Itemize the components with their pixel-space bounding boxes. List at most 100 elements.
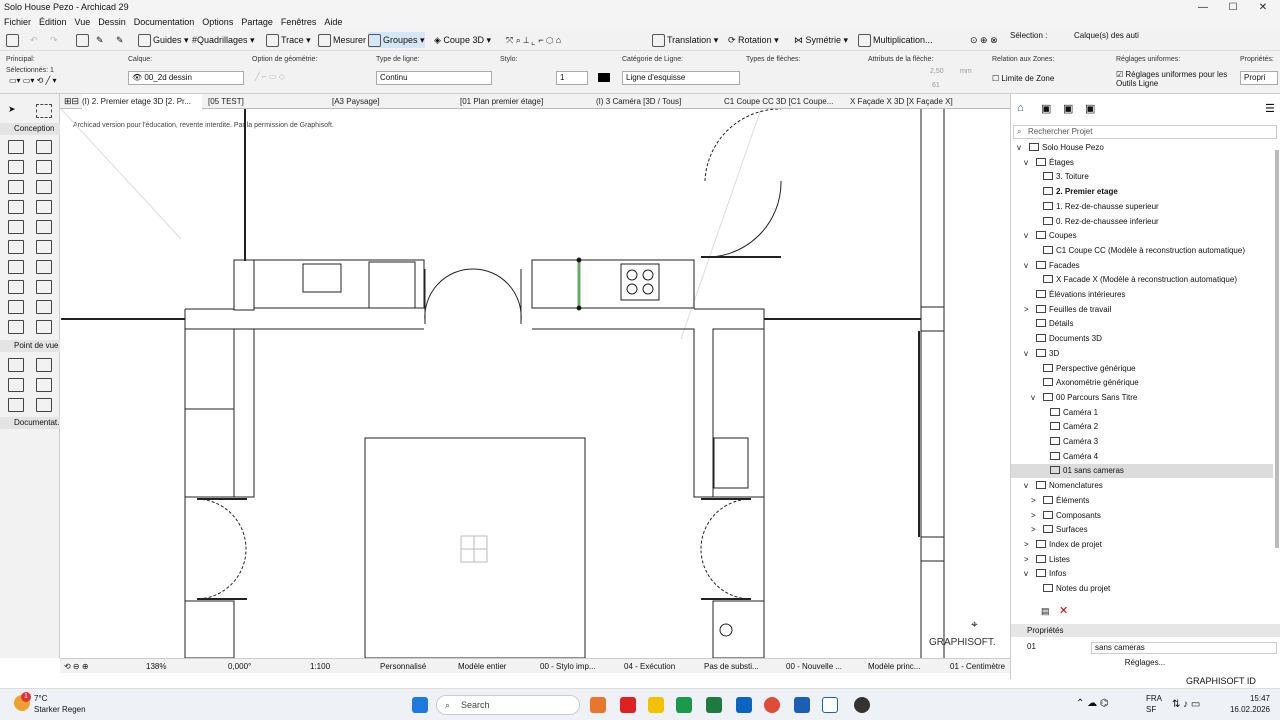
stylo-field[interactable]: 1	[556, 71, 588, 85]
nav-item[interactable]: v Étages	[1011, 156, 1273, 170]
expand-chevron-icon[interactable]: >	[1031, 509, 1043, 523]
minimize-icon[interactable]: —	[1190, 0, 1216, 15]
stylo-value[interactable]: 00 - Stylo imp...	[540, 659, 596, 674]
expand-chevron-icon[interactable]: v	[1024, 479, 1036, 493]
tab-4[interactable]: (I) 3 Caméra [3D / Tous]	[596, 94, 720, 109]
expand-chevron-icon[interactable]: >	[1024, 303, 1036, 317]
expand-chevron-icon[interactable]: >	[1024, 553, 1036, 567]
explorer-icon[interactable]	[648, 697, 664, 713]
nav-item[interactable]: Caméra 2	[1011, 420, 1273, 434]
navigator-scrollbar[interactable]	[1275, 150, 1279, 548]
expand-chevron-icon[interactable]: v	[1024, 156, 1036, 170]
nouvelle-value[interactable]: 00 - Nouvelle ...	[786, 659, 842, 674]
nav-item[interactable]: C1 Coupe CC (Modèle à reconstruction aut…	[1011, 244, 1273, 258]
view-map-icon[interactable]: ▣	[1041, 102, 1051, 115]
tool-46-0-0-icon[interactable]	[8, 140, 24, 154]
nav-item[interactable]: > Feuilles de travail	[1011, 303, 1273, 317]
excel-icon[interactable]	[706, 697, 722, 713]
angle-value[interactable]: 0,000°	[228, 659, 251, 674]
marquee-tool-icon[interactable]	[36, 104, 52, 118]
nav-item[interactable]: v 00 Parcours Sans Titre	[1011, 391, 1273, 405]
tool-264-1-0-icon[interactable]	[8, 378, 24, 392]
nav-item[interactable]: > Surfaces	[1011, 523, 1273, 537]
zoom-value[interactable]: 138%	[146, 659, 166, 674]
clock-date[interactable]: 16.02.2026	[1222, 705, 1270, 714]
symetrie-button[interactable]: ⋈ Symétrie ▾	[794, 32, 848, 48]
view-icons[interactable]: ⊙ ⊕ ⊗	[970, 32, 998, 48]
tool-46-9-1-icon[interactable]	[36, 320, 52, 334]
nav-item[interactable]: 2. Premier etage	[1011, 185, 1273, 199]
translation-button[interactable]: Translation ▾	[652, 32, 718, 48]
tool-46-8-1-icon[interactable]	[36, 300, 52, 314]
prop-name-field[interactable]: sans cameras	[1091, 642, 1277, 654]
maximize-icon[interactable]: ☐	[1220, 0, 1246, 15]
snap-guide-icon[interactable]: ⌖	[971, 617, 978, 632]
tray-icons[interactable]: ⌃ ☁ ⌬	[1076, 698, 1109, 709]
nav-item[interactable]: Caméra 1	[1011, 406, 1273, 420]
nav-item[interactable]: > Éléments	[1011, 494, 1273, 508]
nav-item[interactable]: Détails	[1011, 317, 1273, 331]
menu-item-1[interactable]: Édition	[35, 15, 71, 29]
nav-item[interactable]: v Nomenclatures	[1011, 479, 1273, 493]
pick-icon[interactable]	[76, 32, 91, 48]
trace-button[interactable]: Trace ▾	[266, 32, 311, 48]
menu-item-7[interactable]: Fenêtres	[277, 15, 321, 29]
tool-264-0-0-icon[interactable]	[8, 358, 24, 372]
tool-46-5-0-icon[interactable]	[8, 240, 24, 254]
nav-item[interactable]: v Solo House Pezo	[1011, 141, 1273, 155]
nav-item[interactable]: 1. Rez-de-chausse superieur	[1011, 200, 1273, 214]
delete-icon[interactable]: ✕	[1059, 604, 1068, 617]
tab-6[interactable]: X Façade X 3D [X Façade X]	[850, 94, 980, 109]
expand-chevron-icon[interactable]: v	[1017, 141, 1029, 155]
documentation-header[interactable]: Documentat.	[0, 417, 60, 429]
lang-2[interactable]: SF	[1146, 705, 1156, 714]
reglages-button[interactable]: Réglages...	[1091, 658, 1199, 667]
outlook-icon[interactable]	[736, 697, 752, 713]
tool-46-1-0-icon[interactable]	[8, 160, 24, 174]
tool-46-9-0-icon[interactable]	[8, 320, 24, 334]
home-icon[interactable]	[6, 32, 21, 48]
proprietes-button[interactable]: Propri	[1240, 71, 1278, 85]
tool-264-2-1-icon[interactable]	[36, 398, 52, 412]
nav-item[interactable]: > Listes	[1011, 553, 1273, 567]
multiplication-button[interactable]: Multiplication...	[858, 32, 933, 48]
pas-value[interactable]: Pas de substi...	[704, 659, 759, 674]
scale-value[interactable]: 1:100	[310, 659, 330, 674]
tool-46-6-1-icon[interactable]	[36, 260, 52, 274]
modele-value[interactable]: Modèle entier	[458, 659, 506, 674]
nav-item[interactable]: X Facade X (Modèle à reconstruction auto…	[1011, 273, 1273, 287]
expand-chevron-icon[interactable]: v	[1024, 347, 1036, 361]
firefox-icon[interactable]	[590, 697, 606, 713]
zoom-controls[interactable]: ⟲ ⊖ ⊕	[64, 659, 89, 674]
menu-item-0[interactable]: Fichier	[0, 15, 35, 29]
navigator-search-input[interactable]: ⌕ Rechercher Projet	[1013, 125, 1277, 139]
graphisoft-id[interactable]: GRAPHISOFT ID	[1186, 676, 1256, 686]
app-dark-icon[interactable]	[854, 697, 870, 713]
layout-book-icon[interactable]: ▣	[1063, 102, 1073, 115]
tabs-overview-icon[interactable]: ⊞⊟	[64, 96, 79, 107]
guides-button[interactable]: Guides ▾	[138, 32, 189, 48]
princ-value[interactable]: Modèle princ...	[868, 659, 920, 674]
coupe3d-button[interactable]: ◈ Coupe 3D ▾	[434, 32, 491, 48]
tool-264-2-0-icon[interactable]	[8, 398, 24, 412]
reglages-checkbox[interactable]: ☑ Réglages uniformes pour les Outils Lig…	[1116, 70, 1230, 88]
nav-item[interactable]: 3. Toiture	[1011, 170, 1273, 184]
tool-46-4-1-icon[interactable]	[36, 220, 52, 234]
conception-header[interactable]: Conception	[0, 123, 60, 135]
nav-item[interactable]: v Infos	[1011, 567, 1273, 581]
project-map-icon[interactable]: ⌂	[1017, 102, 1024, 114]
tool-46-0-1-icon[interactable]	[36, 140, 52, 154]
expand-chevron-icon[interactable]: >	[1031, 494, 1043, 508]
geometrie-options[interactable]: ╱ ⌐ ▭ ◇	[252, 71, 364, 85]
menu-item-6[interactable]: Partage	[237, 15, 277, 29]
pen-color-swatch[interactable]	[598, 73, 610, 82]
chrome-icon[interactable]	[764, 697, 780, 713]
tool-46-8-0-icon[interactable]	[8, 300, 24, 314]
expand-chevron-icon[interactable]: v	[1024, 567, 1036, 581]
word-icon[interactable]	[794, 697, 810, 713]
tool-46-7-0-icon[interactable]	[8, 280, 24, 294]
redo-icon[interactable]: ↷	[50, 32, 58, 48]
tool-46-2-0-icon[interactable]	[8, 180, 24, 194]
execution-value[interactable]: 04 - Exécution	[624, 659, 675, 674]
syringe-icon[interactable]: ✎	[116, 32, 124, 48]
